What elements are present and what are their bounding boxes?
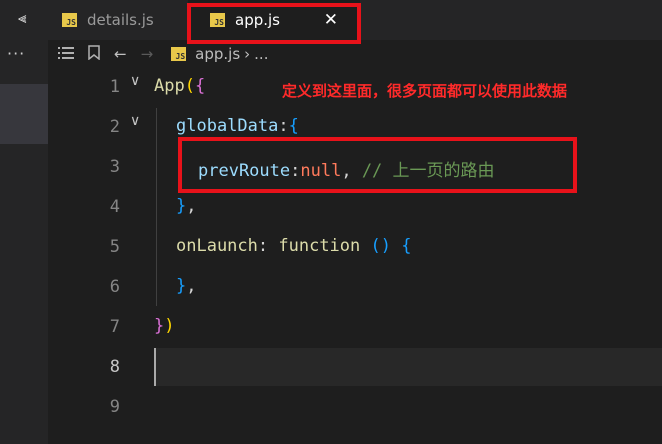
more-actions-icon[interactable]: ··· [7,44,25,63]
code-text: }) [154,316,175,336]
code-token: } [176,196,187,216]
code-text: App({ [154,76,205,96]
code-token: globalData [176,116,279,136]
code-text: globalData:{ [176,116,299,136]
code-line[interactable]: 9 [48,388,662,428]
code-token: , [186,196,197,216]
outline-list-icon[interactable] [58,45,76,63]
js-file-icon: JS [171,47,187,61]
code-line[interactable]: 8 [48,348,662,388]
code-line[interactable]: 5 onLaunch: function () { [48,228,662,268]
line-number: 7 [109,317,120,337]
collapse-sidebar-icon[interactable]: ⫷ [18,9,26,27]
code-token: function [278,236,361,256]
breadcrumb-file[interactable]: app.js [195,45,240,63]
line-number: 1 [109,77,120,97]
sidebar-selected-item[interactable] [0,84,48,144]
code-line[interactable]: 4}, [48,188,662,228]
code-line[interactable]: 6}, [48,268,662,308]
highlight-box-code [178,137,577,193]
line-number: 5 [109,237,120,257]
code-editor[interactable]: 1 ∨ App({2 ∨ globalData:{3 prevRoute:null, //… [48,68,662,444]
code-token: { [194,76,206,96]
line-number: 6 [109,277,120,297]
code-text: }, [176,196,197,216]
line-number: 8 [109,357,120,377]
line-number: 9 [109,397,120,417]
code-token: : [257,236,279,256]
code-token: } [154,316,165,336]
breadcrumb: ← → JS app.js › ... [48,40,662,68]
code-token: { [288,116,299,136]
code-token: : [278,116,289,136]
code-line[interactable]: 7}) [48,308,662,348]
code-token: ( [184,76,195,96]
annotation-note: 定义到这里面，很多页面都可以使用此数据 [282,82,568,100]
fold-chevron-icon[interactable]: ∨ [130,73,140,89]
code-token: { [401,236,412,256]
code-token: ) [164,316,175,336]
highlight-box-tab [187,3,361,44]
line-number: 4 [109,197,120,217]
activity-bar: ⫷ ··· [0,0,48,444]
code-token: App [154,76,185,96]
code-token: } [176,276,187,296]
code-token: ( [370,236,381,256]
bookmark-icon[interactable] [88,44,100,64]
tab-details-js[interactable]: JS details.js [62,0,154,40]
code-token: ) [380,236,392,256]
line-number: 2 [109,117,120,137]
code-text: onLaunch: function () { [176,236,412,256]
code-text: }, [176,276,197,296]
forward-arrow-icon[interactable]: → [141,45,154,63]
tab-label: details.js [87,11,154,29]
breadcrumb-separator: › [244,45,251,63]
js-file-icon: JS [62,13,77,27]
fold-chevron-icon[interactable]: ∨ [130,113,140,129]
breadcrumb-more[interactable]: ... [254,45,268,63]
back-arrow-icon[interactable]: ← [114,45,127,63]
code-token: onLaunch [176,236,258,256]
code-token: , [186,276,197,296]
line-number: 3 [109,157,120,177]
